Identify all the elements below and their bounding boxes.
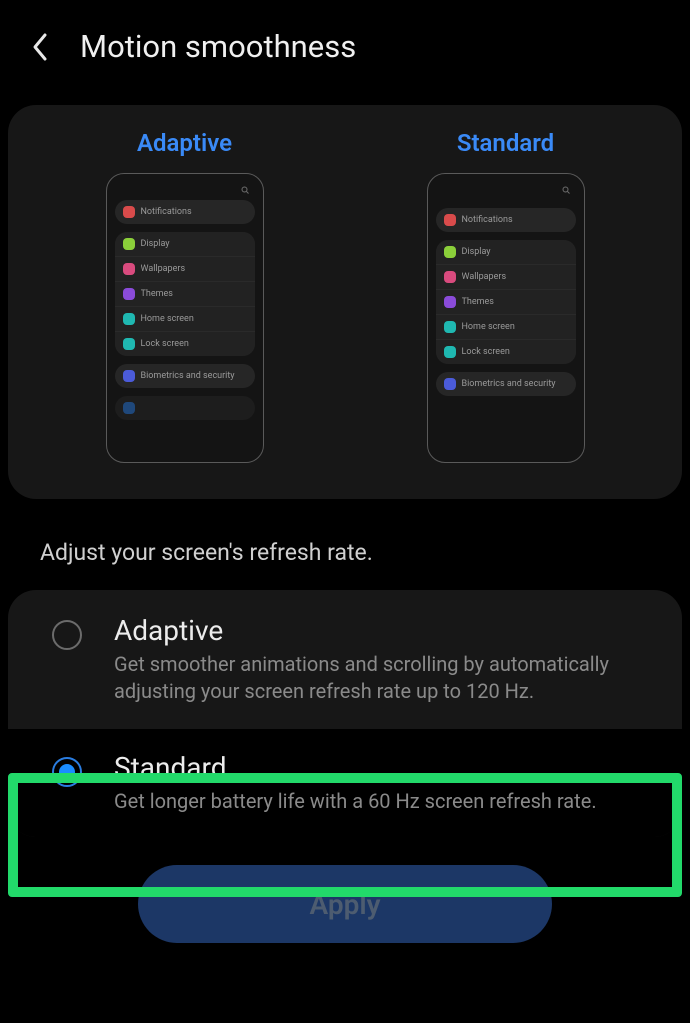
option-standard[interactable]: Standard Get longer battery life with a … [8,729,682,837]
lock-icon [444,346,456,358]
option-title: Adaptive [114,614,654,647]
radio-standard[interactable] [52,757,82,787]
option-desc: Get longer battery life with a 60 Hz scr… [114,788,654,815]
preview-card: Adaptive Notifications Display Wallpaper… [8,105,682,499]
list-item: Lock screen [115,332,255,356]
list-item-label: Notifications [141,207,192,217]
phone-mock-standard: Notifications Display Wallpapers Themes … [427,173,585,463]
radio-adaptive[interactable] [52,620,82,650]
section-description: Adjust your screen's refresh rate. [0,499,690,590]
home-icon [444,321,456,333]
option-title: Standard [114,751,654,784]
option-desc: Get smoother animations and scrolling by… [114,651,654,705]
apply-bar: Apply [0,837,690,943]
preview-label-standard: Standard [457,129,554,157]
theme-icon [444,296,456,308]
list-item: Themes [436,290,576,315]
shield-icon [444,378,456,390]
list-item-label: Home screen [462,322,515,332]
theme-icon [123,288,135,300]
phone-search-row [436,184,576,200]
list-item: Wallpapers [436,265,576,290]
display-icon [444,246,456,258]
list-item: Display [436,240,576,265]
option-body: Adaptive Get smoother animations and scr… [114,614,654,705]
option-adaptive[interactable]: Adaptive Get smoother animations and scr… [8,590,682,729]
list-item-label: Display [462,247,491,257]
phone-mock-adaptive: Notifications Display Wallpapers Themes … [106,173,264,463]
display-icon [123,238,135,250]
page-title: Motion smoothness [80,28,356,65]
list-item: Wallpapers [115,257,255,282]
list-item: Notifications [115,200,255,224]
list-item-label: Themes [462,297,494,307]
list-group: Display Wallpapers Themes Home screen Lo… [436,240,576,364]
bell-icon [123,206,135,218]
list-item-label: Wallpapers [141,264,186,274]
chevron-left-icon [30,31,50,63]
search-icon [241,186,249,194]
list-item-label: Display [141,239,170,249]
list-item: Lock screen [436,340,576,364]
list-item-label: Wallpapers [462,272,507,282]
option-body: Standard Get longer battery life with a … [114,751,654,815]
list-item [115,396,255,420]
list-item-label: Themes [141,289,173,299]
list-item: Home screen [436,315,576,340]
preview-label-adaptive: Adaptive [137,129,232,157]
list-item-label: Biometrics and security [462,379,556,389]
list-item: Biometrics and security [436,372,576,396]
shield-icon [123,370,135,382]
back-button[interactable] [24,31,56,63]
bell-icon [444,214,456,226]
list-item-label: Home screen [141,314,194,324]
wallpaper-icon [444,271,456,283]
list-item: Home screen [115,307,255,332]
list-item-label: Lock screen [462,347,510,357]
options-card: Adaptive Get smoother animations and scr… [8,590,682,837]
header: Motion smoothness [0,0,690,93]
phone-search-row [115,184,255,200]
lock-icon [123,338,135,350]
wallpaper-icon [123,263,135,275]
dot-icon [123,402,135,414]
list-item-label: Notifications [462,215,513,225]
home-icon [123,313,135,325]
list-item: Biometrics and security [115,364,255,388]
list-item: Themes [115,282,255,307]
preview-adaptive[interactable]: Adaptive Notifications Display Wallpaper… [37,129,332,463]
search-icon [562,186,570,194]
list-group: Display Wallpapers Themes Home screen Lo… [115,232,255,356]
list-item-label: Biometrics and security [141,371,235,381]
list-item: Display [115,232,255,257]
preview-standard[interactable]: Standard Notifications Display Wallpaper… [358,129,653,463]
list-item-label: Lock screen [141,339,189,349]
list-item: Notifications [436,208,576,232]
apply-button[interactable]: Apply [138,865,552,943]
